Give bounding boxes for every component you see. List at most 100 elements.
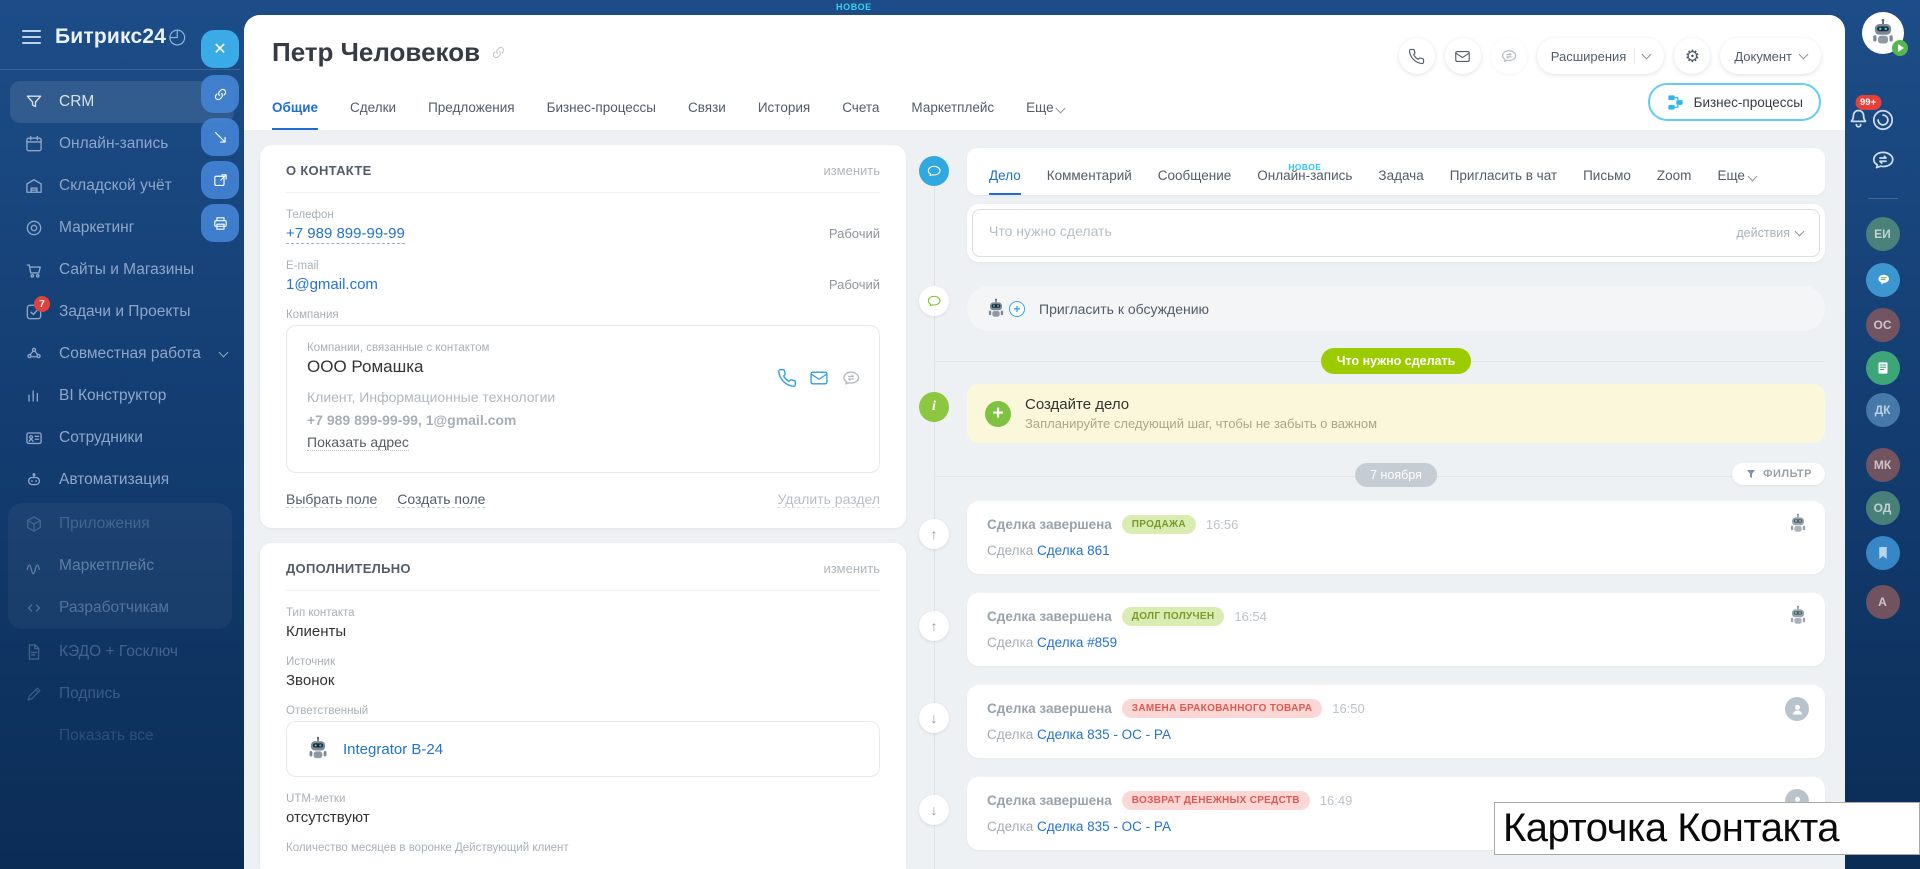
group-chat-button[interactable]	[1866, 263, 1900, 297]
email-button[interactable]	[1445, 38, 1481, 74]
activity-stream-icon	[919, 156, 949, 186]
settings-button[interactable]: ⚙	[1674, 38, 1710, 74]
sidebar-item-apps[interactable]: Приложения	[8, 503, 232, 545]
status-play-badge	[1892, 40, 1908, 56]
calendar-icon	[24, 134, 44, 154]
sidebar-item-bi-builder[interactable]: BI Конструктор	[0, 375, 240, 417]
user-avatar[interactable]	[1862, 12, 1904, 54]
months-in-funnel-field: Количество месяцев в воронке Действующий…	[286, 842, 880, 854]
tab-activity[interactable]: Дело	[989, 168, 1021, 195]
company-chat-icon[interactable]	[841, 368, 861, 388]
entry-card: Сделка завершена ЗАМЕНА БРАКОВАННОГО ТОВ…	[967, 685, 1825, 758]
deal-link[interactable]: Сделка 861	[1037, 543, 1110, 558]
tab-history[interactable]: История	[758, 100, 810, 130]
idcard-icon	[24, 428, 44, 448]
deal-link[interactable]: Сделка #859	[1037, 635, 1117, 650]
add-activity-button[interactable]: +	[985, 401, 1011, 427]
company-mail-icon[interactable]	[809, 368, 829, 388]
section-title: О КОНТАКТЕ	[286, 163, 372, 178]
tab-more[interactable]: Еще	[1026, 100, 1064, 130]
invite-to-discussion-button[interactable]: + Пригласить к обсуждению	[967, 286, 1825, 331]
move-up-button[interactable]: ↑	[919, 611, 949, 641]
tab-quotes[interactable]: Предложения	[428, 100, 515, 130]
recent-chat-avatar[interactable]: ОС	[1866, 308, 1900, 342]
warehouse-icon	[24, 176, 44, 196]
sidebar-item-marketplace[interactable]: Маркетплейс	[8, 545, 232, 587]
recent-chat-avatar[interactable]: ДК	[1866, 393, 1900, 427]
robot-avatar	[305, 736, 331, 762]
recent-chat-avatar[interactable]: А	[1866, 585, 1900, 619]
document-dropdown[interactable]: Документ	[1720, 38, 1821, 74]
news-feed-button[interactable]	[1866, 351, 1900, 385]
sidebar-item-employees[interactable]: Сотрудники	[0, 417, 240, 459]
tab-marketplace[interactable]: Маркетплейс	[911, 100, 994, 130]
brand-logo[interactable]: Битрикс24◴	[55, 24, 187, 49]
tab-relations[interactable]: Связи	[688, 100, 726, 130]
delete-section-link[interactable]: Удалить раздел	[777, 491, 880, 508]
sidebar-item-sites-stores[interactable]: Сайты и Магазины	[0, 249, 240, 291]
additional-section: ДОПОЛНИТЕЛЬНО изменить Тип контакта Клие…	[260, 543, 906, 869]
edit-link[interactable]: изменить	[823, 561, 880, 576]
edit-link[interactable]: изменить	[823, 163, 880, 178]
call-button[interactable]	[1399, 38, 1435, 74]
create-field-link[interactable]: Создать поле	[397, 491, 485, 508]
support-icon	[1870, 107, 1896, 133]
show-address-link[interactable]: Показать адрес	[307, 434, 409, 451]
tab-business-processes[interactable]: Бизнес-процессы	[547, 100, 656, 130]
chevron-down-icon	[1747, 172, 1757, 182]
tab-invoices[interactable]: Счета	[842, 100, 879, 130]
open-new-window-icon[interactable]	[201, 161, 239, 199]
sidebar-item-kedo[interactable]: КЭДО + Госключ	[0, 631, 240, 673]
tab-online-booking[interactable]: НОВОЕОнлайн-запись	[1257, 168, 1352, 195]
business-processes-button[interactable]: Бизнес-процессы	[1648, 83, 1821, 121]
tab-invite-to-chat[interactable]: Пригласить в чат	[1450, 168, 1557, 195]
tab-general[interactable]: Общие	[272, 100, 318, 130]
filter-button[interactable]: ФИЛЬТР	[1732, 463, 1825, 485]
print-icon[interactable]	[201, 204, 239, 242]
tab-task[interactable]: Задача	[1378, 168, 1423, 195]
recent-chat-avatar[interactable]: ЕИ	[1866, 217, 1900, 251]
tab-email[interactable]: Письмо	[1583, 168, 1631, 195]
tab-message[interactable]: Сообщение	[1158, 168, 1231, 195]
tab-comment[interactable]: Комментарий	[1047, 168, 1132, 195]
deal-link[interactable]: Сделка 835 - ОС - РА	[1037, 727, 1171, 742]
sidebar-item-signature[interactable]: Подпись	[0, 673, 240, 715]
robot-icon	[24, 470, 44, 490]
sidebar-item-collaboration[interactable]: Совместная работа	[0, 333, 240, 375]
tab-deals[interactable]: Сделки	[350, 100, 396, 130]
minimize-icon[interactable]	[201, 118, 239, 156]
company-call-icon[interactable]	[777, 368, 797, 388]
sidebar-item-show-all[interactable]: Показать все	[0, 715, 240, 757]
move-down-button[interactable]: ↓	[919, 703, 949, 733]
select-field-link[interactable]: Выбрать поле	[286, 491, 377, 508]
composer-actions-dropdown[interactable]: действия	[1736, 226, 1803, 240]
recent-chat-avatar[interactable]: МК	[1866, 448, 1900, 482]
stage-badge: ДОЛГ ПОЛУЧЕН	[1122, 607, 1225, 626]
copy-title-link-icon[interactable]	[490, 44, 507, 61]
move-up-button[interactable]: ↑	[919, 519, 949, 549]
chevron-down-icon	[1056, 104, 1066, 114]
tab-more[interactable]: Еще	[1717, 168, 1755, 195]
todo-input[interactable]	[989, 223, 1726, 243]
support-button[interactable]	[1870, 107, 1896, 133]
tab-zoom[interactable]: Zoom	[1657, 168, 1692, 195]
rail-divider	[1868, 198, 1898, 199]
sidebar-item-developers[interactable]: Разработчикам	[8, 587, 232, 629]
chat-transfer-button[interactable]	[1870, 147, 1896, 173]
timeline-entry: ↑ Сделка завершена ДОЛГ ПОЛУЧЕН 16:54 Сд…	[904, 593, 1825, 666]
todo-pill-row: Что нужно сделать	[967, 348, 1825, 374]
responsible-user-link[interactable]: Integrator B-24	[343, 741, 443, 758]
hamburger-menu-icon[interactable]	[22, 30, 41, 44]
sidebar-item-automation[interactable]: Автоматизация	[0, 459, 240, 501]
phone-value-link[interactable]: +7 989 899-99-99	[286, 225, 405, 244]
deal-link[interactable]: Сделка 835 - ОС - РА	[1037, 819, 1171, 834]
move-down-button[interactable]: ↓	[919, 795, 949, 825]
recent-chat-avatar[interactable]: ОД	[1866, 491, 1900, 525]
close-icon[interactable]: ✕	[201, 30, 239, 68]
sidebar-item-tasks-projects[interactable]: 7 Задачи и Проекты	[0, 291, 240, 333]
extensions-dropdown[interactable]: Расширения	[1537, 38, 1665, 74]
slider-controls: ✕	[201, 30, 239, 247]
copy-link-icon[interactable]	[201, 75, 239, 113]
email-value-link[interactable]: 1@gmail.com	[286, 276, 378, 293]
saved-messages-button[interactable]	[1866, 536, 1900, 570]
